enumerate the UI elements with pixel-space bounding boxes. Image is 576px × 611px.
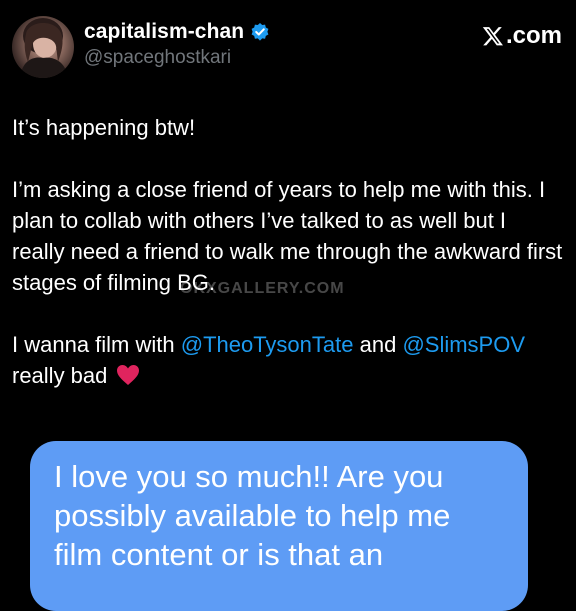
avatar[interactable]	[12, 16, 74, 78]
tweet-text: really bad	[12, 363, 108, 388]
mention-link[interactable]: @TheoTysonTate	[181, 332, 354, 357]
handle[interactable]: @spaceghostkari	[84, 47, 270, 69]
message-bubble: I love you so much!! Are you possibly av…	[30, 441, 528, 611]
tweet-text: and	[353, 332, 403, 357]
x-logo-icon	[482, 27, 503, 46]
verified-badge-icon	[250, 22, 270, 42]
tweet-paragraph-2: I’m asking a close friend of years to he…	[12, 177, 563, 295]
x-brand-logo: .com	[482, 22, 562, 50]
tweet-header: capitalism-chan @spaceghostkari .com	[12, 14, 562, 78]
display-name[interactable]: capitalism-chan	[84, 20, 244, 44]
display-name-row: capitalism-chan	[84, 20, 270, 44]
tweet-line-1: It’s happening btw!	[12, 115, 196, 140]
brand-domain: .com	[505, 22, 562, 49]
mention-link[interactable]: @SlimsPOV	[402, 332, 525, 357]
tweet-paragraph-3: I wanna film with @TheoTysonTate and @Sl…	[12, 329, 564, 394]
message-text: I love you so much!! Are you possibly av…	[54, 459, 451, 572]
author-names: capitalism-chan @spaceghostkari	[84, 20, 270, 69]
tweet-body: It’s happening btw! I’m asking a close f…	[12, 112, 564, 425]
tweet-text: I wanna film with	[12, 332, 181, 357]
heart-emoji-icon	[116, 363, 140, 394]
